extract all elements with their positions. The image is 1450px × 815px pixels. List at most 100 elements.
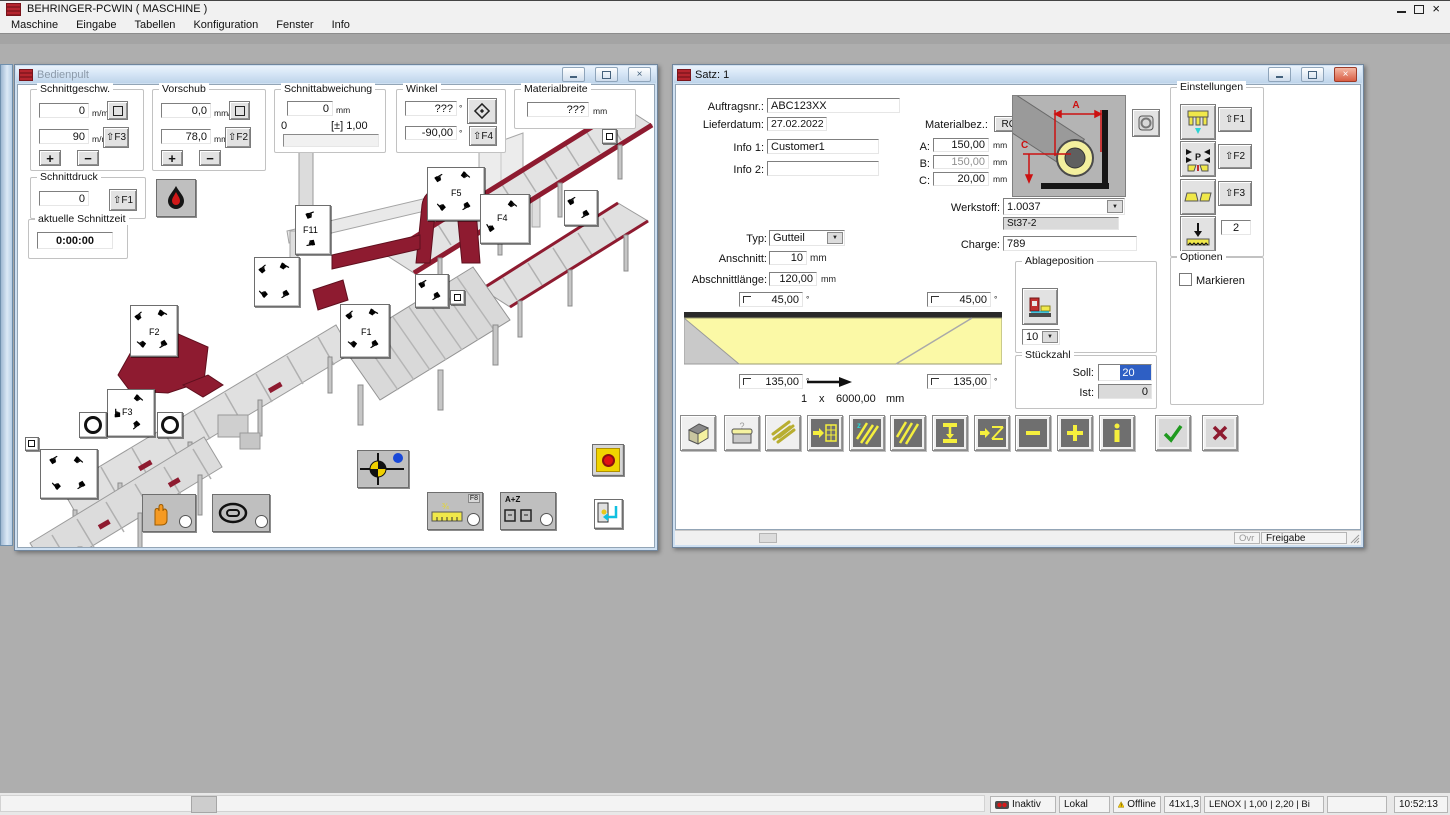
vorschub-fkey-button[interactable]: ⇧F2 — [225, 127, 251, 148]
checkbox-icon[interactable] — [1179, 273, 1192, 286]
winkel-set-field[interactable]: -90,00 — [405, 126, 457, 140]
pressure-setting-button[interactable]: P — [1180, 141, 1216, 177]
measure-button-f8[interactable]: F8 ¾ — [427, 492, 483, 530]
menu-maschine[interactable]: Maschine — [2, 18, 67, 32]
jog-button-4way-2[interactable]: ☛ ☛ ☛ ☛ — [40, 449, 98, 499]
feed-setting-button[interactable] — [1180, 216, 1216, 252]
toolbar-new-piece-button[interactable] — [680, 415, 716, 451]
einstellungen-fkey2-button[interactable]: ⇧F2 — [1218, 144, 1252, 169]
jog-button-f5[interactable]: ☛ ☛ F5 ☛ ☛ — [427, 167, 485, 221]
schnittdruck-field[interactable]: 0 — [39, 191, 89, 206]
schnittgeschw-actual-field[interactable]: 0 — [39, 103, 89, 118]
auftragsnr-field[interactable]: ABC123XX — [767, 98, 900, 113]
info2-field[interactable] — [767, 161, 879, 176]
angle-bottom-left-field[interactable]: 135,00 — [739, 374, 803, 389]
exit-button[interactable] — [594, 499, 623, 529]
einstellungen-fkey3-button[interactable]: ⇧F3 — [1218, 181, 1252, 206]
chevron-down-icon[interactable]: ▼ — [827, 232, 843, 244]
jog-button-4way-1[interactable]: ☛ ☛ ☛ ☛ — [254, 257, 300, 307]
jog-button-small-1[interactable]: ☛ ☛ — [564, 190, 598, 226]
ablage-icon-button[interactable] — [1022, 288, 1058, 325]
satz-title-bar[interactable]: Satz: 1 × — [674, 66, 1362, 83]
jog-button-f4[interactable]: ☛ F4 ☛ — [480, 194, 530, 244]
profile-setting-button[interactable] — [1180, 179, 1216, 215]
dim-a-field[interactable]: 150,00 — [933, 138, 989, 152]
markieren-checkbox-row[interactable]: Markieren — [1179, 273, 1245, 287]
vorschub-stop-button[interactable] — [229, 101, 250, 120]
soll-field[interactable]: 20 — [1098, 364, 1152, 381]
typ-combo[interactable]: Gutteil ▼ — [769, 230, 845, 246]
jog-button-f11[interactable]: ☛ F11 ☛ — [295, 205, 331, 255]
abschnitt-field[interactable]: 120,00 — [769, 272, 817, 286]
jog-button-f3[interactable]: ☛ F3 ☛ ☛ — [107, 389, 155, 437]
vorschub-plus-button[interactable]: + — [161, 150, 183, 166]
winkel-actual-field[interactable]: ??? — [405, 101, 457, 116]
toolbar-to-table-button[interactable] — [807, 415, 843, 451]
jog-button-small-2[interactable]: ☛ ☛ — [415, 274, 449, 308]
satz-minimize-icon[interactable] — [1268, 67, 1291, 82]
anschnitt-field[interactable]: 10 — [769, 251, 807, 265]
dim-c-field[interactable]: 20,00 — [933, 172, 989, 186]
manual-mode-button[interactable] — [142, 494, 196, 532]
minimize-icon[interactable] — [1397, 11, 1406, 13]
indicator-button-2[interactable] — [157, 412, 183, 438]
a-plus-z-button[interactable]: A+Z — [500, 492, 556, 530]
toolbar-hatch-z-button[interactable]: z — [849, 415, 885, 451]
coolant-button[interactable] — [156, 179, 196, 217]
satz-maximize-icon[interactable] — [1301, 67, 1324, 82]
clamp-setting-button[interactable] — [1180, 104, 1216, 140]
toolbar-bundle-button[interactable] — [765, 415, 801, 451]
bedienpult-maximize-icon[interactable] — [595, 67, 618, 82]
toolbar-arrow-z-button[interactable] — [974, 415, 1010, 451]
werkstoff-combo[interactable]: 1.0037 ▼ — [1003, 198, 1125, 215]
jog-button-f1[interactable]: ☛ ☛ F1 ☛ ☛ — [340, 304, 390, 358]
chain-mode-button[interactable] — [212, 494, 270, 532]
angle-bottom-right-field[interactable]: 135,00 — [927, 374, 991, 389]
lieferdatum-field[interactable]: 27.02.2022 — [767, 117, 827, 131]
vorschub-actual-field[interactable]: 0,0 — [161, 103, 211, 118]
bedienpult-minimize-icon[interactable] — [562, 67, 585, 82]
schnittzeit-field[interactable]: 0:00:00 — [37, 232, 113, 249]
close-icon[interactable]: × — [1432, 4, 1440, 14]
toolbar-hatch-button[interactable] — [890, 415, 926, 451]
bedienpult-close-icon[interactable]: × — [628, 67, 651, 82]
toolbar-ibeam-button[interactable] — [932, 415, 968, 451]
chevron-down-icon[interactable]: ▼ — [1107, 200, 1123, 213]
ablage-dropdown[interactable]: 10 ▼ — [1022, 329, 1060, 345]
schnittgeschw-stop-button[interactable] — [107, 101, 128, 120]
winkel-fkey-button[interactable]: ⇧F4 — [469, 126, 497, 146]
sensor-button-1[interactable] — [602, 129, 617, 144]
indicator-button-1[interactable] — [79, 412, 107, 438]
sensor-button-2[interactable] — [450, 290, 465, 305]
jog-button-f2[interactable]: ☛ ☛ F2 ☛ ☛ — [130, 305, 178, 357]
sensor-button-3[interactable] — [25, 437, 39, 451]
menu-fenster[interactable]: Fenster — [267, 18, 322, 32]
resize-grip-icon[interactable] — [1350, 534, 1360, 544]
materialbreite-field[interactable]: ??? — [527, 102, 589, 117]
profile-select-button[interactable] — [1132, 109, 1160, 137]
toolbar-plus-button[interactable] — [1057, 415, 1093, 451]
charge-field[interactable]: 789 — [1003, 236, 1137, 251]
toolbar-cancel-button[interactable] — [1202, 415, 1238, 451]
toolbar-info-button[interactable] — [1099, 415, 1135, 451]
schnittgeschw-fkey-button[interactable]: ⇧F3 — [103, 127, 129, 148]
dim-b-field[interactable]: 150,00 — [933, 155, 989, 169]
scrollbar-thumb[interactable] — [191, 796, 217, 813]
menu-eingabe[interactable]: Eingabe — [67, 18, 125, 32]
schnittdruck-fkey-button[interactable]: ⇧F1 — [109, 189, 137, 211]
info1-field[interactable]: Customer1 — [767, 139, 879, 154]
toolbar-open-box-button[interactable]: ? — [724, 415, 760, 451]
menu-konfiguration[interactable]: Konfiguration — [184, 18, 267, 32]
toolbar-minus-button[interactable] — [1015, 415, 1051, 451]
angle-top-right-field[interactable]: 45,00 — [927, 292, 991, 307]
schnittgeschw-minus-button[interactable]: − — [77, 150, 99, 166]
winkel-diamond-button[interactable] — [467, 98, 497, 124]
toolbar-ok-button[interactable] — [1155, 415, 1191, 451]
menu-tabellen[interactable]: Tabellen — [125, 18, 184, 32]
reference-button[interactable] — [357, 450, 409, 488]
vorschub-minus-button[interactable]: − — [199, 150, 221, 166]
menu-info[interactable]: Info — [323, 18, 359, 32]
satz-close-icon[interactable]: × — [1334, 67, 1357, 82]
schnittgeschw-set-field[interactable]: 90 — [39, 129, 89, 144]
feed-count-field[interactable]: 2 — [1221, 220, 1251, 235]
